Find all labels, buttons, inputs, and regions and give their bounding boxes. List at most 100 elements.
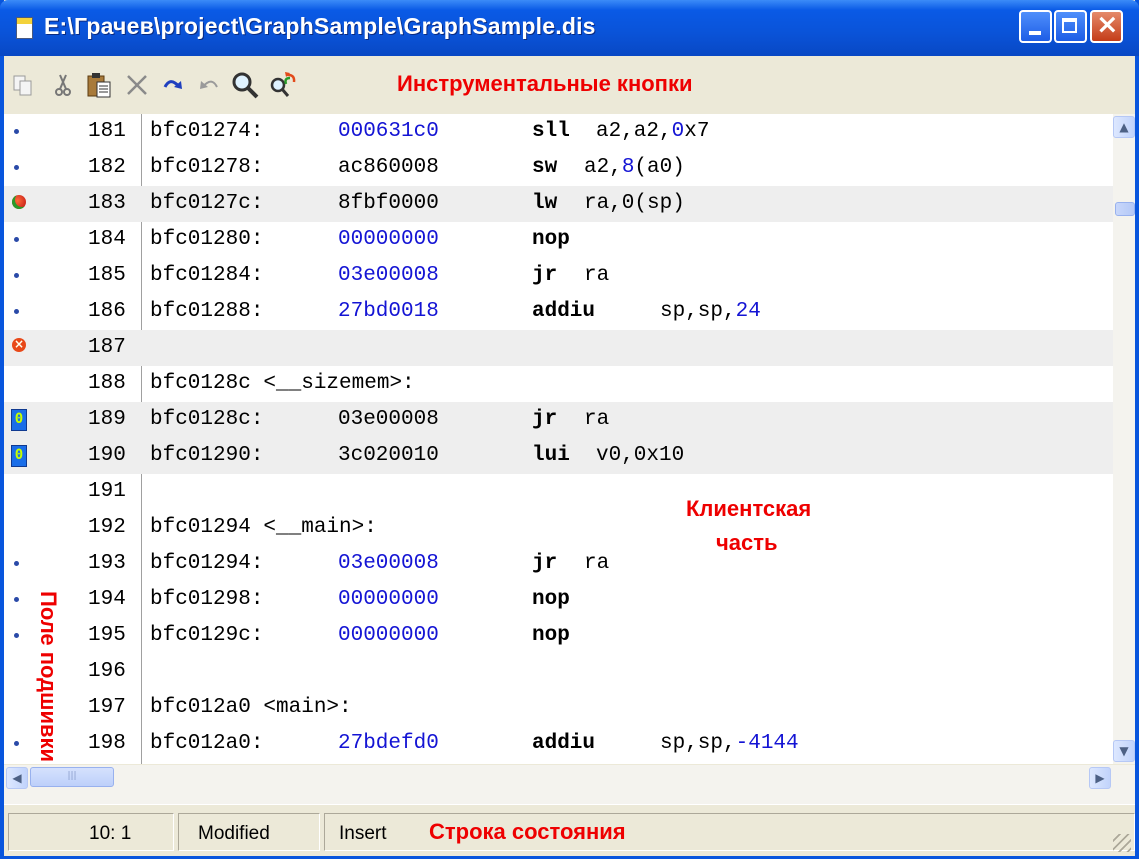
code-line[interactable]: 192 bfc01294 <__main>: — [4, 510, 1113, 546]
scroll-up-button[interactable]: ▲ — [1113, 116, 1135, 138]
mnemonic: addiu — [532, 300, 596, 323]
minimize-button[interactable] — [1019, 10, 1052, 43]
code-editor[interactable]: 181 bfc01274: 000631c0 sll a2,a2,0x7 182 bfc01… — [4, 114, 1113, 764]
opcode-hex: 03e00008 — [338, 552, 439, 575]
bullet-icon[interactable] — [12, 726, 28, 762]
line-number: 186 — [88, 300, 126, 323]
vertical-scrollbar[interactable]: ▲ ▼ — [1113, 114, 1135, 764]
opcode-hex: 00000000 — [338, 624, 439, 647]
operand-text: ra — [584, 552, 610, 575]
operand-text: ra — [584, 264, 610, 287]
copy-button[interactable] — [6, 68, 40, 102]
line-number: 191 — [88, 480, 126, 503]
line-number: 193 — [88, 552, 126, 575]
scroll-right-button[interactable]: ▶ — [1089, 767, 1111, 789]
redo-button[interactable] — [156, 68, 190, 102]
code-line[interactable]: 197 bfc012a0 <main>: — [4, 690, 1113, 726]
counter-zero-icon[interactable] — [11, 438, 28, 474]
status-bar: 10: 1 Modified Insert Строка состояния — [4, 804, 1135, 856]
scroll-left-button[interactable]: ◀ — [6, 767, 28, 789]
mnemonic: jr — [532, 264, 558, 287]
modified-indicator: Modified — [198, 823, 270, 844]
window-title: E:\Грачев\project\GraphSample\GraphSampl… — [44, 13, 596, 39]
opcode-hex: 8fbf0000 — [338, 192, 439, 215]
delete-button[interactable] — [120, 68, 154, 102]
operand-text: v0,0x10 — [596, 444, 685, 467]
breakpoint-stop-icon[interactable] — [12, 330, 28, 366]
operand-text: ra,0(sp) — [584, 192, 685, 215]
breakpoint-apple-icon[interactable] — [12, 186, 28, 222]
arrow-left-icon: ◀ — [12, 771, 22, 785]
opcode-hex: 27bdefd0 — [338, 732, 439, 755]
horizontal-scrollbar[interactable]: ◀ ||| ▶ — [4, 764, 1135, 804]
close-icon: × — [1096, 9, 1119, 40]
line-number: 196 — [88, 660, 126, 683]
code-line[interactable]: 182 bfc01278: ac860008 sw a2,8(a0) — [4, 150, 1113, 186]
bullet-icon[interactable] — [12, 222, 28, 258]
undo-button[interactable] — [192, 68, 226, 102]
code-line[interactable]: 198 bfc012a0: 27bdefd0 addiu sp,sp,-4144 — [4, 726, 1113, 762]
operand-text: ra — [584, 408, 610, 431]
line-number: 182 — [88, 156, 126, 179]
code-line[interactable]: 194 bfc01298: 00000000 nop — [4, 582, 1113, 618]
line-number: 181 — [88, 120, 126, 143]
code-line[interactable]: 188 bfc0128c <__sizemem>: — [4, 366, 1113, 402]
address: bfc01288: — [150, 300, 264, 323]
operands: v0,0x10 — [596, 438, 684, 474]
cut-button[interactable] — [46, 68, 80, 102]
scroll-down-button[interactable]: ▼ — [1113, 740, 1135, 762]
toolbar-caption: Инструментальные кнопки — [397, 71, 693, 96]
bullet-icon[interactable] — [12, 294, 28, 330]
arrow-right-icon: ▶ — [1095, 771, 1105, 785]
bullet-icon[interactable] — [12, 258, 28, 294]
mnemonic: sw — [532, 156, 558, 179]
code-line[interactable]: 187 — [4, 330, 1113, 366]
paste-button[interactable] — [82, 68, 116, 102]
code-line[interactable]: 190 bfc01290: 3c020010 lui v0,0x10 — [4, 438, 1113, 474]
code-line[interactable]: 191 — [4, 474, 1113, 510]
gutter-label: Поле подшивки — [36, 591, 61, 763]
close-button[interactable]: × — [1090, 9, 1123, 43]
address: bfc01280: — [150, 228, 264, 251]
code-line[interactable]: 186 bfc01288: 27bd0018 addiu sp,sp,24 — [4, 294, 1113, 330]
code-line[interactable]: 189 bfc0128c: 03e00008 jr ra — [4, 402, 1113, 438]
arrow-up-icon: ▲ — [1119, 120, 1129, 134]
status-bar-caption: Строка состояния — [429, 819, 626, 844]
editor-window: E:\Грачев\project\GraphSample\GraphSampl… — [0, 0, 1139, 859]
redo-icon — [163, 80, 182, 89]
bullet-icon[interactable] — [12, 582, 28, 618]
operand-text: sp,sp, — [660, 732, 736, 755]
code-line[interactable]: 181 bfc01274: 000631c0 sll a2,a2,0x7 — [4, 114, 1113, 150]
maximize-button[interactable] — [1054, 10, 1087, 43]
find-button[interactable] — [228, 68, 262, 102]
replace-button[interactable] — [266, 68, 300, 102]
horizontal-scroll-thumb[interactable]: ||| — [30, 767, 114, 787]
operands: a2,a2,0x7 — [596, 114, 709, 150]
code-line[interactable]: 185 bfc01284: 03e00008 jr ra — [4, 258, 1113, 294]
address: bfc0128c: — [150, 408, 264, 431]
title-bar[interactable]: E:\Грачев\project\GraphSample\GraphSampl… — [0, 0, 1139, 56]
counter-zero-icon[interactable] — [11, 402, 28, 438]
scissors-icon — [55, 74, 71, 96]
code-line[interactable]: 184 bfc01280: 00000000 nop — [4, 222, 1113, 258]
undo-icon — [200, 80, 218, 89]
code-line[interactable]: 196 — [4, 654, 1113, 690]
bullet-icon[interactable] — [12, 114, 28, 150]
line-number: 192 — [88, 516, 126, 539]
operand-immediate: 8 — [621, 156, 635, 179]
minimize-icon — [1029, 31, 1041, 35]
bullet-icon[interactable] — [12, 546, 28, 582]
operand-immediate: 24 — [735, 300, 761, 323]
mnemonic: sll — [532, 120, 570, 143]
bullet-icon[interactable] — [12, 150, 28, 186]
code-line[interactable]: 195 bfc0129c: 00000000 nop — [4, 618, 1113, 654]
line-number: 197 — [88, 696, 126, 719]
bullet-icon[interactable] — [12, 618, 28, 654]
code-line[interactable]: 193 bfc01294: 03e00008 jr ra — [4, 546, 1113, 582]
address: bfc0127c: — [150, 192, 264, 215]
opcode-hex: 000631c0 — [338, 120, 439, 143]
cursor-position: 10: 1 — [89, 823, 132, 844]
code-line[interactable]: 183 bfc0127c: 8fbf0000 lw ra,0(sp) — [4, 186, 1113, 222]
resize-grip-icon[interactable] — [1113, 834, 1131, 852]
vertical-scroll-thumb[interactable] — [1115, 202, 1135, 216]
